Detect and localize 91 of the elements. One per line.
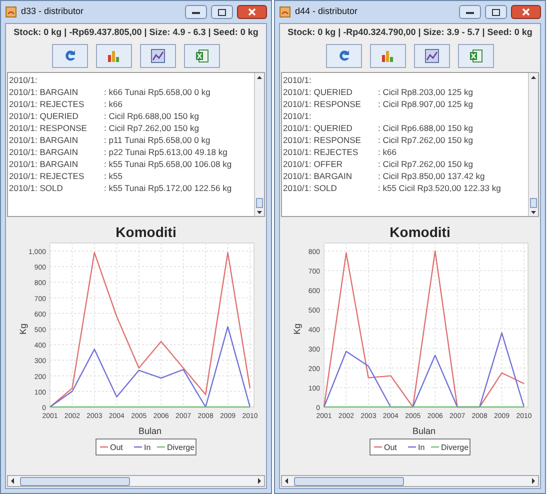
log-detail: : k55 Tunai Rp5.172,00 122.56 kg (104, 184, 232, 192)
legend-label: In (144, 443, 151, 452)
log-event: 2010/1: RESPONSE (283, 136, 362, 144)
scrollbar-thumb[interactable] (530, 198, 537, 208)
x-axis-label: Bulan (412, 426, 436, 436)
log-detail: : k55 (104, 172, 122, 180)
horizontal-scrollbar[interactable] (7, 475, 265, 487)
close-icon (522, 8, 530, 16)
spreadsheet-icon (469, 49, 483, 63)
window-title: d44 - distributor (295, 5, 359, 18)
log-detail: : k66 (378, 148, 396, 156)
log-detail: : Cicil Rp7.262,00 150 kg (378, 160, 473, 168)
toolbar-button[interactable] (184, 44, 220, 68)
y-axis-label: Kg (292, 324, 302, 334)
log-event: 2010/1: (9, 76, 38, 84)
legend-label: In (418, 443, 425, 452)
log-event: 2010/1: REJECTES (9, 100, 86, 108)
toolbar-button[interactable] (52, 44, 88, 68)
toolbar-button[interactable] (326, 44, 362, 68)
scrollbar-thumb[interactable] (20, 476, 130, 486)
log-event: 2010/1: OFFER (283, 160, 344, 168)
log-detail: : Cicil Rp8.907,00 125 kg (378, 100, 473, 108)
x-axis-label: Bulan (138, 426, 162, 436)
log-detail: : p22 Tunai Rp5.613,00 49.18 kg (104, 148, 228, 156)
legend-label: Out (384, 443, 398, 452)
status-text: Stock: 0 kg | -Rp40.324.790,00 | Size: 3.9 - 5.7 | Seed: 0 kg (288, 26, 532, 39)
legend-label: Out (110, 443, 124, 452)
log-event: 2010/1: (283, 112, 312, 120)
maximize-button[interactable] (485, 5, 507, 19)
log-event: 2010/1: QUERIED (283, 88, 354, 96)
close-button[interactable] (237, 5, 267, 19)
log-detail: : k55 Cicil Rp3.520,00 122.33 kg (378, 184, 501, 192)
log-detail: : Cicil Rp6.688,00 150 kg (378, 124, 473, 132)
chart-title: Komoditi (390, 224, 450, 240)
log-detail: : Cicil Rp7.262,00 150 kg (104, 124, 199, 132)
spreadsheet-icon (195, 49, 209, 63)
maximize-icon (218, 8, 226, 16)
toolbar-button[interactable] (370, 44, 406, 68)
log-detail: : k55 Tunai Rp5.658,00 106.08 kg (104, 160, 232, 168)
bar-chart-icon (107, 49, 121, 63)
line-chart-icon (425, 49, 439, 63)
log-event: 2010/1: SOLD (9, 184, 64, 192)
horizontal-scrollbar[interactable] (281, 475, 539, 487)
toolbar-button[interactable] (140, 44, 176, 68)
toolbar-button[interactable] (96, 44, 132, 68)
app-icon (279, 6, 291, 18)
maximize-button[interactable] (211, 5, 233, 19)
refresh-icon (63, 49, 77, 63)
line-chart-icon (151, 49, 165, 63)
log-detail: : Cicil Rp8.203,00 125 kg (378, 88, 473, 96)
log-event: 2010/1: QUERIED (283, 124, 354, 132)
close-icon (248, 8, 256, 16)
scrollbar-thumb[interactable] (256, 198, 263, 208)
log-event: 2010/1: BARGAIN (9, 136, 79, 144)
y-axis-label: Kg (18, 324, 28, 334)
toolbar-button[interactable] (458, 44, 494, 68)
vertical-scrollbar[interactable] (528, 73, 538, 216)
log-event: 2010/1: BARGAIN (9, 160, 79, 168)
app-icon (5, 6, 17, 18)
refresh-icon (337, 49, 351, 63)
minimize-icon (466, 10, 474, 14)
toolbar-button[interactable] (414, 44, 450, 68)
chart-title: Komoditi (116, 224, 176, 240)
log-detail: : Cicil Rp7.262,00 150 kg (378, 136, 473, 144)
minimize-button[interactable] (185, 5, 207, 19)
log-event: 2010/1: BARGAIN (9, 88, 79, 96)
log-detail: : k66 Tunai Rp5.658,00 0 kg (104, 88, 210, 96)
log-detail: : Cicil Rp6.688,00 150 kg (104, 112, 199, 120)
window-title: d33 - distributor (21, 5, 85, 18)
legend-label: Diverge (167, 443, 196, 452)
vertical-scrollbar[interactable] (254, 73, 264, 216)
minimize-button[interactable] (459, 5, 481, 19)
status-text: Stock: 0 kg | -Rp69.437.805,00 | Size: 4.9 - 6.3 | Seed: 0 kg (14, 26, 258, 39)
close-button[interactable] (511, 5, 541, 19)
log-detail: : Cicil Rp3.850,00 137.42 kg (378, 172, 485, 180)
log-event: 2010/1: RESPONSE (283, 100, 362, 108)
log-event: 2010/1: QUERIED (9, 112, 80, 120)
log-event: 2010/1: REJECTES (9, 172, 86, 180)
log-event: 2010/1: RESPONSE (9, 124, 88, 132)
log-event: 2010/1: SOLD (283, 184, 338, 192)
log-detail: : p11 Tunai Rp5.658,00 0 kg (104, 136, 210, 144)
maximize-icon (492, 8, 500, 16)
log-event: 2010/1: BARGAIN (9, 148, 79, 156)
log-event: 2010/1: (283, 76, 312, 84)
log-event: 2010/1: REJECTES (283, 148, 360, 156)
log-detail: : k66 (104, 100, 122, 108)
log-event: 2010/1: BARGAIN (283, 172, 353, 180)
minimize-icon (192, 10, 200, 14)
scrollbar-thumb[interactable] (294, 476, 404, 486)
bar-chart-icon (381, 49, 395, 63)
legend-label: Diverge (441, 443, 470, 452)
